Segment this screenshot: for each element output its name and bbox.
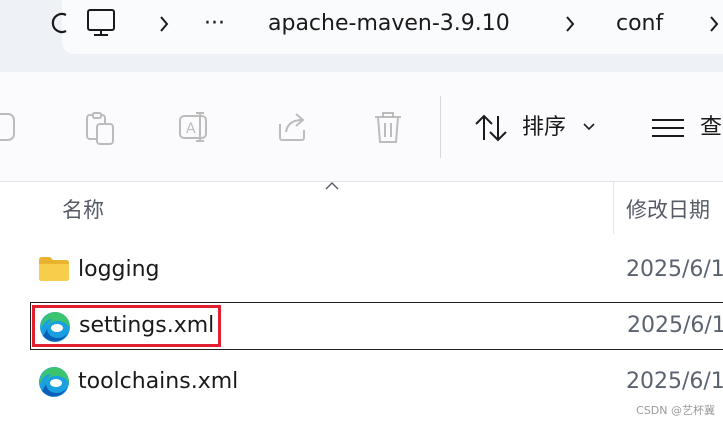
copy-icon[interactable] — [84, 110, 116, 146]
list-view-icon — [652, 119, 684, 137]
chevron-down-icon — [583, 123, 595, 131]
file-row-toolchains-xml[interactable]: toolchains.xml 2025/6/1 — [30, 358, 723, 406]
file-name: toolchains.xml — [78, 369, 239, 394]
toolbar-divider — [440, 96, 441, 158]
address-bar: ··· apache-maven-3.9.10 conf — [0, 0, 723, 72]
annotation-highlight-box — [32, 305, 221, 347]
rename-icon[interactable]: A — [178, 110, 212, 144]
delete-icon[interactable] — [372, 110, 404, 146]
file-name: logging — [78, 257, 160, 282]
chevron-right-icon — [160, 16, 169, 32]
share-icon[interactable] — [276, 110, 310, 144]
file-row-logging[interactable]: logging 2025/6/1 — [30, 246, 723, 294]
svg-text:A: A — [186, 121, 196, 137]
sort-icon — [475, 114, 507, 142]
file-date-modified: 2025/6/1 — [627, 313, 723, 338]
breadcrumb[interactable]: ··· apache-maven-3.9.10 conf — [51, 0, 723, 54]
toolbar-separator — [0, 181, 723, 182]
sort-label: 排序 — [522, 115, 567, 140]
cut-icon[interactable] — [0, 110, 20, 144]
sort-button[interactable]: 排序 — [468, 110, 608, 146]
view-button[interactable]: 查看 — [648, 110, 723, 146]
file-date-modified: 2025/6/1 — [626, 369, 723, 394]
refresh-icon[interactable] — [50, 7, 74, 37]
chevron-right-icon — [566, 16, 575, 32]
edge-icon — [39, 367, 69, 397]
file-date-modified: 2025/6/1 — [626, 257, 723, 282]
breadcrumb-conf[interactable]: conf — [616, 7, 663, 41]
chevron-right-icon — [710, 16, 719, 32]
file-explorer-window: ··· apache-maven-3.9.10 conf A 排序 查 名称 修… — [0, 0, 723, 426]
column-divider[interactable] — [613, 182, 614, 234]
breadcrumb-apache-maven[interactable]: apache-maven-3.9.10 — [268, 7, 510, 41]
command-bar: A 排序 查 — [0, 72, 723, 182]
view-label: 查看 — [700, 115, 723, 140]
breadcrumb-more[interactable]: ··· — [204, 7, 225, 41]
watermark: CSDN @艺杯冀 — [636, 404, 715, 417]
folder-icon — [39, 257, 69, 281]
this-pc-icon[interactable] — [86, 8, 118, 38]
sort-ascending-icon — [325, 182, 339, 190]
column-header-name[interactable]: 名称 — [62, 190, 104, 230]
column-header-date-modified[interactable]: 修改日期 — [626, 190, 710, 230]
